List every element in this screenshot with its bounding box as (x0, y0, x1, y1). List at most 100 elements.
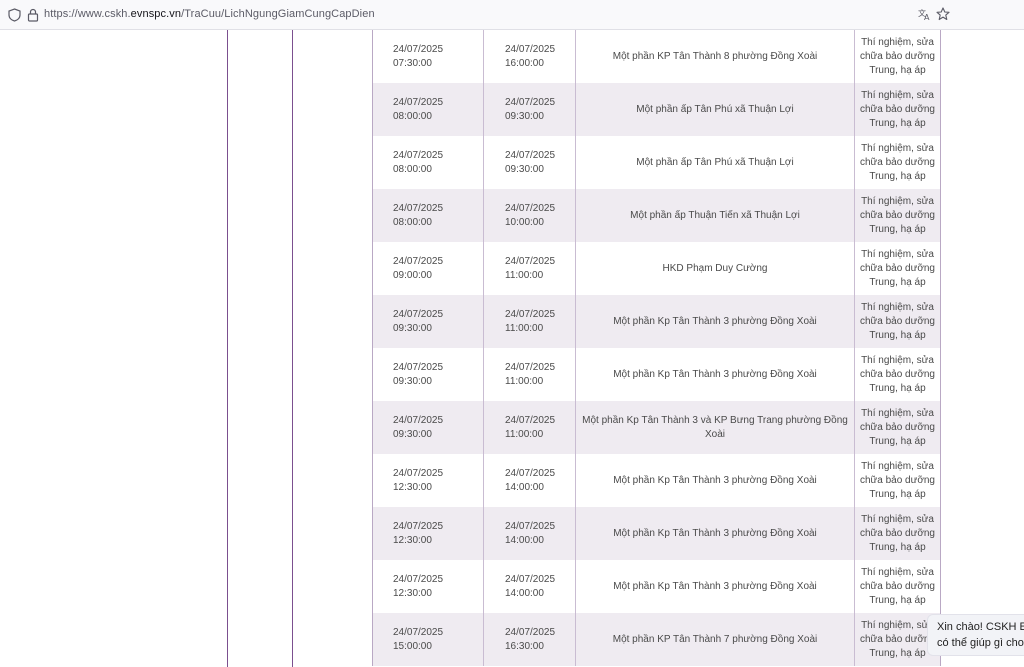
start-time-cell: 24/07/2025 09:30:00 (373, 295, 484, 348)
table-row: 24/07/2025 12:30:00 24/07/2025 14:00:00 Một … (373, 454, 940, 507)
end-time-cell: 24/07/2025 14:00:00 (484, 560, 576, 613)
start-time-cell: 24/07/2025 09:00:00 (373, 242, 484, 295)
end-time-cell: 24/07/2025 11:00:00 (484, 242, 576, 295)
end-date: 24/07/2025 (505, 467, 556, 479)
table-row: 24/07/2025 08:00:00 24/07/2025 10:00:00 Một … (373, 189, 940, 242)
reason-cell: Thí nghiệm, sửa chữa bảo dưỡng Trung, hạ… (860, 301, 935, 341)
area-cell: Một phần Kp Tân Thành 3 và KP Bưng Trang… (576, 401, 855, 454)
table-row: 24/07/2025 15:00:00 24/07/2025 16:30:00 Một … (373, 613, 940, 666)
start-time: 12:30:00 (393, 534, 432, 546)
reason-cell: Thí nghiệm, sửa chữa bảo dưỡng Trung, hạ… (860, 36, 935, 76)
svg-text:A: A (924, 13, 930, 21)
start-time: 09:30:00 (393, 375, 432, 387)
layout-divider (292, 30, 293, 667)
start-date: 24/07/2025 (393, 361, 444, 373)
url-host: evnspc.vn (130, 8, 182, 20)
url-path: /TraCuu/LichNgungGiamCungCapDien (181, 8, 375, 20)
end-date: 24/07/2025 (505, 255, 556, 267)
end-date: 24/07/2025 (505, 202, 556, 214)
end-date: 24/07/2025 (505, 573, 556, 585)
url-text[interactable]: https://www.cskh.evnspc.vn/TraCuu/LichNg… (44, 8, 375, 20)
table-row: 24/07/2025 12:30:00 24/07/2025 14:00:00 Một … (373, 560, 940, 613)
start-date: 24/07/2025 (393, 520, 444, 532)
end-time: 14:00:00 (505, 587, 544, 599)
end-date: 24/07/2025 (505, 43, 556, 55)
area-cell: Một phần Kp Tân Thành 3 phường Đồng Xoài (576, 295, 855, 348)
start-time-cell: 24/07/2025 12:30:00 (373, 507, 484, 560)
reason-cell: Thí nghiệm, sửa chữa bảo dưỡng Trung, hạ… (860, 195, 935, 235)
reason-cell: Thí nghiệm, sửa chữa bảo dưỡng Trung, hạ… (860, 513, 935, 553)
start-time-cell: 24/07/2025 09:30:00 (373, 348, 484, 401)
chat-widget[interactable]: Xin chào! CSKH E có thể giúp gì cho (927, 614, 1024, 656)
area-cell: Một phần Kp Tân Thành 3 phường Đồng Xoài (576, 560, 855, 613)
reason-cell: Thí nghiệm, sửa chữa bảo dưỡng Trung, hạ… (860, 407, 935, 447)
table-row: 24/07/2025 09:30:00 24/07/2025 11:00:00 Một … (373, 348, 940, 401)
start-time-cell: 24/07/2025 07:30:00 (373, 30, 484, 83)
end-time: 09:30:00 (505, 163, 544, 175)
reason-cell: Thí nghiệm, sửa chữa bảo dưỡng Trung, hạ… (860, 354, 935, 394)
area-cell: Một phần ấp Tân Phú xã Thuận Lợi (576, 136, 855, 189)
start-time: 15:00:00 (393, 640, 432, 652)
table-row: 24/07/2025 12:30:00 24/07/2025 14:00:00 Một … (373, 507, 940, 560)
table-row: 24/07/2025 09:30:00 24/07/2025 11:00:00 Một … (373, 295, 940, 348)
end-time: 11:00:00 (505, 269, 544, 281)
url-prefix: https://www.cskh. (44, 8, 131, 20)
start-time: 08:00:00 (393, 216, 432, 228)
start-time-cell: 24/07/2025 09:30:00 (373, 401, 484, 454)
area-cell: Một phần KP Tân Thành 8 phường Đồng Xoài (576, 30, 855, 83)
area-cell: Một phần ấp Thuận Tiến xã Thuận Lợi (576, 189, 855, 242)
bookmark-star-icon[interactable] (936, 7, 950, 21)
outage-schedule-table: 24/07/2025 07:30:00 24/07/2025 16:00:00 Một … (372, 30, 941, 666)
start-date: 24/07/2025 (393, 149, 444, 161)
end-time: 11:00:00 (505, 428, 544, 440)
end-time: 11:00:00 (505, 322, 544, 334)
shield-icon[interactable] (8, 8, 21, 22)
start-date: 24/07/2025 (393, 308, 444, 320)
reason-cell: Thí nghiệm, sửa chữa bảo dưỡng Trung, hạ… (860, 142, 935, 182)
address-bar[interactable]: https://www.cskh.evnspc.vn/TraCuu/LichNg… (0, 0, 1024, 30)
end-time-cell: 24/07/2025 10:00:00 (484, 189, 576, 242)
area-cell: HKD Phạm Duy Cường (576, 242, 855, 295)
table-row: 24/07/2025 09:30:00 24/07/2025 11:00:00 Một … (373, 401, 940, 454)
end-time: 14:00:00 (505, 534, 544, 546)
end-time-cell: 24/07/2025 16:30:00 (484, 613, 576, 666)
end-time-cell: 24/07/2025 11:00:00 (484, 295, 576, 348)
end-time: 10:00:00 (505, 216, 544, 228)
start-date: 24/07/2025 (393, 467, 444, 479)
end-time: 14:00:00 (505, 481, 544, 493)
end-time-cell: 24/07/2025 16:00:00 (484, 30, 576, 83)
start-time: 07:30:00 (393, 57, 432, 69)
table-row: 24/07/2025 07:30:00 24/07/2025 16:00:00 Một … (373, 30, 940, 83)
end-time-cell: 24/07/2025 09:30:00 (484, 136, 576, 189)
table-row: 24/07/2025 09:00:00 24/07/2025 11:00:00 HKD … (373, 242, 940, 295)
end-date: 24/07/2025 (505, 414, 556, 426)
start-time: 09:30:00 (393, 428, 432, 440)
end-time-cell: 24/07/2025 09:30:00 (484, 83, 576, 136)
end-date: 24/07/2025 (505, 149, 556, 161)
table-row: 24/07/2025 08:00:00 24/07/2025 09:30:00 Một … (373, 83, 940, 136)
end-time-cell: 24/07/2025 11:00:00 (484, 348, 576, 401)
lock-icon[interactable] (27, 8, 39, 22)
start-date: 24/07/2025 (393, 414, 444, 426)
end-date: 24/07/2025 (505, 308, 556, 320)
start-date: 24/07/2025 (393, 573, 444, 585)
area-cell: Một phần Kp Tân Thành 3 phường Đồng Xoài (576, 507, 855, 560)
start-date: 24/07/2025 (393, 202, 444, 214)
translate-icon[interactable]: 文 A (918, 7, 932, 21)
area-cell: Một phần KP Tân Thành 7 phường Đồng Xoài (576, 613, 855, 666)
start-date: 24/07/2025 (393, 43, 444, 55)
reason-cell: Thí nghiệm, sửa chữa bảo dưỡng Trung, hạ… (860, 460, 935, 500)
end-date: 24/07/2025 (505, 520, 556, 532)
end-date: 24/07/2025 (505, 361, 556, 373)
start-time: 08:00:00 (393, 163, 432, 175)
end-date: 24/07/2025 (505, 626, 556, 638)
start-date: 24/07/2025 (393, 255, 444, 267)
start-time-cell: 24/07/2025 15:00:00 (373, 613, 484, 666)
start-time: 12:30:00 (393, 481, 432, 493)
start-time-cell: 24/07/2025 12:30:00 (373, 454, 484, 507)
end-time: 09:30:00 (505, 110, 544, 122)
start-time: 12:30:00 (393, 587, 432, 599)
start-time: 09:00:00 (393, 269, 432, 281)
layout-divider (227, 30, 228, 667)
chat-greeting-line1: Xin chào! CSKH E (937, 621, 1024, 633)
